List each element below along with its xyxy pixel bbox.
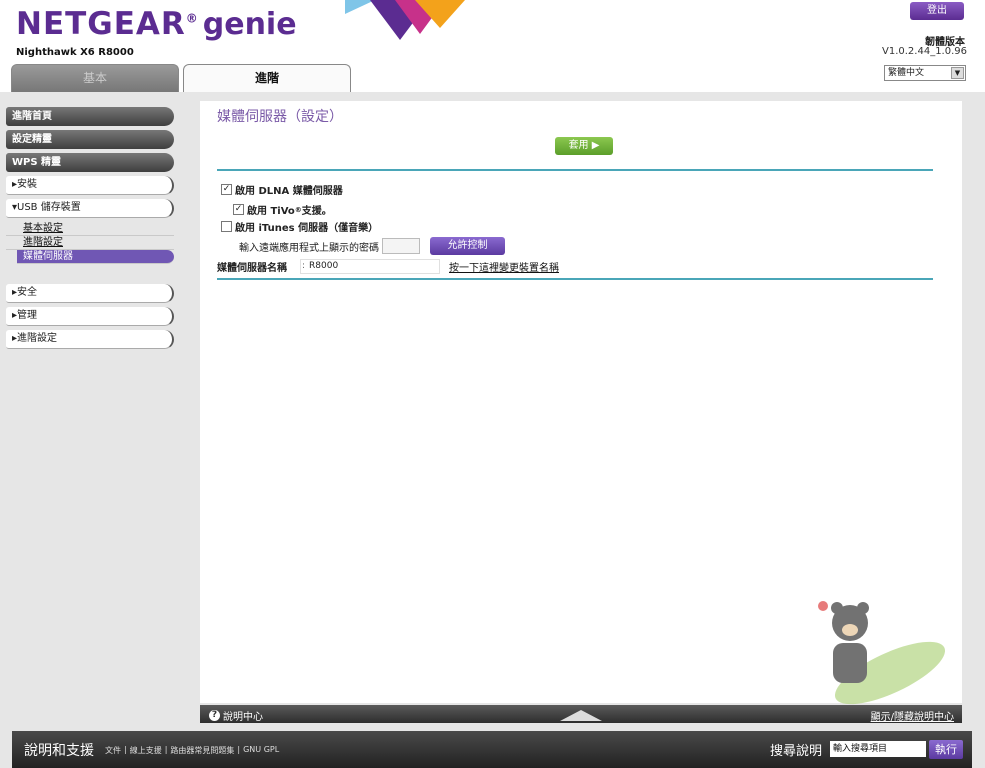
sidebar-item-usb-storage[interactable]: ▾USB 儲存裝置 [6,199,174,218]
dlna-checkbox[interactable]: ✓ [221,184,232,195]
tivo-registered: ® [294,205,302,214]
sidebar-item-administration[interactable]: ▸管理 [6,307,174,326]
footer-links: 文件 | 線上支援 | 路由器常見問題集 | GNU GPL [105,745,280,756]
tivo-label: 啟用 TiVo [247,206,295,217]
remote-password-input[interactable] [382,238,420,254]
help-center-toggle[interactable]: ? 說明中心 [209,708,263,723]
firmware-version: V1.0.2.44_1.0.96 [882,46,967,57]
tivo-label-suffix: 支援。 [301,206,332,217]
router-model: Nighthawk X6 R8000 [16,47,134,58]
itunes-label: 啟用 iTunes 伺服器（僅音樂） [235,223,379,234]
search-help-label: 搜尋說明 [770,744,823,759]
dlna-option: ✓ 啟用 DLNA 媒體伺服器 [221,182,343,197]
sidebar-subitem-advanced-settings[interactable]: 進階設定 [6,236,174,250]
show-hide-help-link[interactable]: 顯示/隱藏說明中心 [871,708,954,723]
tivo-checkbox[interactable]: ✓ [233,204,244,215]
sidebar-subitem-media-server[interactable]: 媒體伺服器 [17,250,174,264]
server-name-row: 媒體伺服器名稱 R8000 按一下這裡變更裝置名稱 [217,259,559,274]
footer-link-documentation[interactable]: 文件 [105,745,121,756]
sidebar-item-advanced-home[interactable]: 進階首頁 [6,107,174,126]
sidebar-item-advanced-setup[interactable]: ▸進階設定 [6,330,174,349]
sidebar-item-setup[interactable]: ▸安裝 [6,176,174,195]
footer-link-faq[interactable]: 路由器常見問題集 [170,745,234,756]
logo-genie: genie [202,7,297,42]
itunes-option: 啟用 iTunes 伺服器（僅音樂） [221,219,378,234]
divider [217,169,933,171]
footer-link-online-support[interactable]: 線上支援 [130,745,162,756]
remote-password-row: 輸入遠端應用程式上顯示的密碼 允許控制 [239,237,505,255]
server-name-label: 媒體伺服器名稱 [217,263,287,274]
logo-brand: NETGEAR [16,6,186,42]
server-name-value: R8000 [309,261,339,271]
sidebar-item-wps-wizard[interactable]: WPS 精靈 [6,153,174,172]
expand-arrow-icon[interactable] [560,710,602,721]
footer: 說明和支援 文件 | 線上支援 | 路由器常見問題集 | GNU GPL 搜尋說明 輸… [12,731,972,768]
remote-password-label: 輸入遠端應用程式上顯示的密碼 [239,242,379,254]
sidebar: 進階首頁 設定精靈 WPS 精靈 ▸安裝 ▾USB 儲存裝置 基本設定 進階設定… [6,107,174,353]
logout-button[interactable]: 登出 [910,2,964,20]
divider [217,278,933,280]
header: NETGEAR® genie Nighthawk X6 R8000 登出 韌體版本… [0,0,985,92]
dlna-label: 啟用 DLNA 媒體伺服器 [235,186,343,197]
help-center-bar: ? 說明中心 顯示/隱藏說明中心 [200,705,962,723]
watermark-bear-logo [818,601,946,705]
itunes-checkbox[interactable] [221,221,232,232]
language-select[interactable]: 繁體中文 ▼ [884,65,966,81]
server-name-field[interactable]: R8000 [300,259,440,274]
change-device-name-link[interactable]: 按一下這裡變更裝置名稱 [449,259,559,274]
chevron-down-icon: ▼ [951,67,964,79]
tab-advanced[interactable]: 進階 [183,64,351,92]
tab-basic[interactable]: 基本 [11,64,179,92]
help-center-label: 說明中心 [223,712,263,723]
search-go-button[interactable]: 執行 [929,740,963,759]
sidebar-item-security[interactable]: ▸安全 [6,284,174,303]
tivo-option: ✓ 啟用 TiVo ® 支援。 [233,202,332,217]
sidebar-subitem-basic-settings[interactable]: 基本設定 [6,222,174,236]
logo-decoration [415,0,465,28]
footer-title: 說明和支援 [24,743,94,759]
apply-button[interactable]: 套用 ▶ [555,137,613,155]
footer-link-gnu-gpl[interactable]: GNU GPL [243,745,279,756]
allow-control-button[interactable]: 允許控制 [430,237,505,255]
netgear-genie-logo: NETGEAR® genie [16,6,297,42]
search-input[interactable]: 輸入搜尋項目 [830,741,926,757]
help-icon: ? [209,710,220,721]
language-value: 繁體中文 [888,68,925,78]
sidebar-item-setup-wizard[interactable]: 設定精靈 [6,130,174,149]
page-title: 媒體伺服器（設定） [217,109,343,125]
